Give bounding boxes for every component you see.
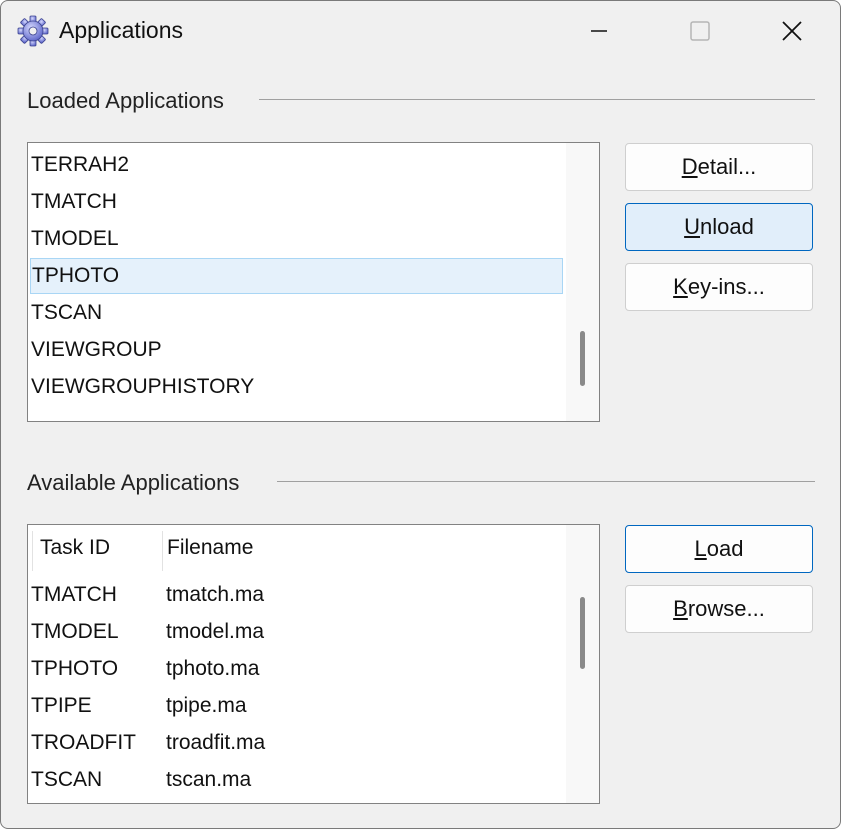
filename-cell: troadfit.ma — [166, 731, 266, 754]
table-row[interactable]: TPHOTO tphoto.ma — [28, 651, 564, 687]
maximize-button[interactable] — [677, 9, 723, 53]
column-divider — [162, 531, 163, 571]
loaded-applications-list[interactable]: TERRAH2 TMATCH TMODEL TPHOTO TSCAN VIEWGROUP V… — [27, 142, 600, 422]
close-button[interactable] — [769, 9, 815, 53]
task-id-cell: TPIPE — [31, 694, 92, 717]
task-id-cell: TROADFIT — [31, 731, 136, 754]
scrollbar-thumb[interactable] — [580, 597, 585, 669]
task-id-cell: TMODEL — [31, 620, 119, 643]
available-applications-table[interactable]: Task ID Filename TMATCH tmatch.ma TMODEL tm… — [27, 524, 600, 804]
section-divider — [277, 481, 815, 482]
filename-cell: tpipe.ma — [166, 694, 247, 717]
detail-button[interactable]: Detail... — [625, 143, 813, 191]
list-item[interactable]: VIEWGROUP — [30, 332, 563, 368]
load-button[interactable]: Load — [625, 525, 813, 573]
table-row[interactable]: TROADFIT troadfit.ma — [28, 725, 564, 761]
task-id-cell: TPHOTO — [31, 657, 119, 680]
minimize-button[interactable] — [576, 9, 622, 53]
window-title: Applications — [59, 17, 184, 43]
loaded-applications-label: Loaded Applications — [27, 88, 224, 113]
minimize-icon — [591, 30, 607, 32]
applications-dialog: Applications Loaded Applications TERRAH2… — [0, 0, 841, 829]
list-item[interactable]: TMODEL — [30, 221, 563, 257]
column-header-task-id[interactable]: Task ID — [40, 525, 110, 571]
title-bar[interactable]: Applications — [1, 1, 840, 61]
list-item[interactable]: VIEWGROUPHISTORY — [30, 369, 563, 405]
key-ins-button[interactable]: Key-ins... — [625, 263, 813, 311]
gear-icon — [17, 15, 49, 47]
column-header-filename[interactable]: Filename — [167, 525, 253, 571]
table-row[interactable]: TPIPE tpipe.ma — [28, 688, 564, 724]
filename-cell: tmodel.ma — [166, 620, 265, 643]
table-row[interactable]: TMATCH tmatch.ma — [28, 577, 564, 613]
available-applications-label: Available Applications — [27, 470, 240, 495]
table-row[interactable]: TSCAN tscan.ma — [28, 762, 564, 798]
maximize-icon — [690, 21, 710, 41]
filename-cell: tmatch.ma — [166, 583, 265, 606]
list-item[interactable]: TERRAH2 — [30, 147, 563, 183]
scrollbar-thumb[interactable] — [580, 331, 585, 386]
filename-cell: tphoto.ma — [166, 657, 260, 680]
list-item[interactable]: TMATCH — [30, 184, 563, 220]
table-row[interactable]: TMODEL tmodel.ma — [28, 614, 564, 650]
list-item[interactable]: TPHOTO — [30, 258, 563, 294]
loaded-list-scrollbar[interactable] — [566, 143, 599, 421]
close-icon — [782, 21, 802, 41]
list-item[interactable]: TSCAN — [30, 295, 563, 331]
unload-button[interactable]: Unload — [625, 203, 813, 251]
available-list-scrollbar[interactable] — [566, 525, 599, 803]
task-id-cell: TMATCH — [31, 583, 117, 606]
filename-cell: tscan.ma — [166, 768, 252, 791]
task-id-cell: TSCAN — [31, 768, 103, 791]
browse-button[interactable]: Browse... — [625, 585, 813, 633]
column-divider — [32, 531, 33, 571]
section-divider — [259, 99, 815, 100]
